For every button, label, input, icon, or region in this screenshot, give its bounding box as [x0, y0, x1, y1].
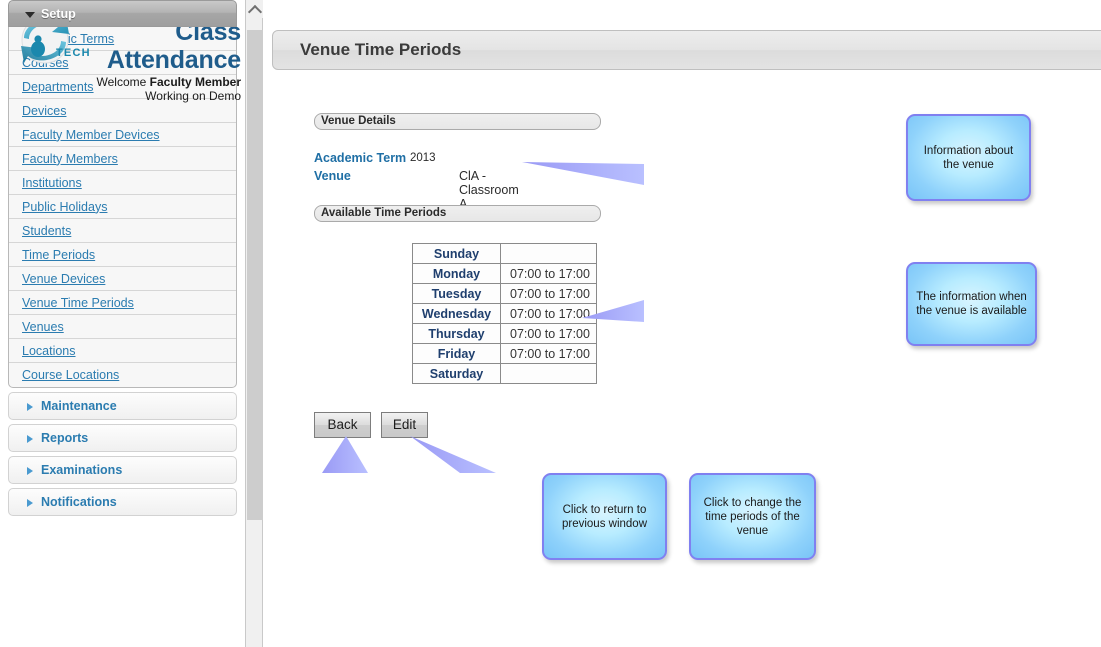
sidebar-item-venue-devices[interactable]: Venue Devices	[9, 267, 236, 291]
detail-row-academic-term: Academic Term 2013	[314, 151, 436, 165]
sidebar-item-students[interactable]: Students	[9, 219, 236, 243]
scrollbar-up-button[interactable]	[246, 0, 263, 20]
main-content: Venue Time Periods Venue Details Academi…	[264, 0, 1101, 647]
scrollbar-thumb[interactable]	[247, 30, 263, 520]
section-header-label: Venue Details	[321, 115, 396, 127]
table-cell-time: 07:00 to 17:00	[500, 303, 597, 324]
sidebar-link-label[interactable]: Venues	[22, 320, 64, 334]
sidebar-link-label[interactable]: Faculty Members	[22, 152, 118, 166]
app-title-line2: Attendance	[106, 46, 241, 74]
detail-row-venue: Venue ClA - Classroom A	[314, 169, 519, 211]
sidebar: TECH Class Attendance Welcome Faculty Me…	[0, 0, 245, 647]
table-cell-time: 07:00 to 17:00	[500, 263, 597, 284]
table-cell-time: 07:00 to 17:00	[500, 343, 597, 364]
chevron-right-icon	[27, 403, 33, 411]
callout-available-info: The information when the venue is availa…	[906, 262, 1037, 346]
table-cell-day: Thursday	[412, 323, 501, 344]
chevron-right-icon	[27, 467, 33, 475]
table-cell-day: Wednesday	[412, 303, 501, 324]
app-root: TECH Class Attendance Welcome Faculty Me…	[0, 0, 1101, 647]
sidebar-item-locations[interactable]: Locations	[9, 339, 236, 363]
callout-back-info: Click to return to previous window	[542, 473, 667, 560]
sidebar-link-label[interactable]: Course Locations	[22, 368, 119, 382]
sidebar-item-venue-time-periods[interactable]: Venue Time Periods	[9, 291, 236, 315]
callout-venue-info: Information about the venue	[906, 114, 1031, 201]
detail-label: Academic Term	[314, 151, 407, 165]
sidebar-link-label[interactable]: Public Holidays	[22, 200, 107, 214]
table-cell-day: Friday	[412, 343, 501, 364]
sidebar-item-course-locations[interactable]: Course Locations	[9, 363, 236, 387]
table-cell-day: Monday	[412, 263, 501, 284]
sidebar-item-time-periods[interactable]: Time Periods	[9, 243, 236, 267]
callout-text: Information about the venue	[923, 144, 1014, 171]
table-cell-time: 07:00 to 17:00	[500, 283, 597, 304]
callout-tail-back	[322, 436, 368, 473]
svg-text:TECH: TECH	[56, 47, 90, 59]
callout-edit-info: Click to change the time periods of the …	[689, 473, 816, 560]
back-button[interactable]: Back	[314, 412, 371, 438]
table-cell-day: Saturday	[412, 363, 501, 384]
sidebar-link-label[interactable]: Locations	[22, 344, 76, 358]
table-row: Friday 07:00 to 17:00	[412, 343, 597, 364]
sidebar-section-label: Notifications	[41, 495, 117, 509]
sidebar-link-label[interactable]: Venue Devices	[22, 272, 105, 286]
section-header-label: Available Time Periods	[321, 207, 447, 219]
sidebar-item-faculty-member-devices[interactable]: Faculty Member Devices	[9, 123, 236, 147]
sidebar-section-examinations[interactable]: Examinations	[8, 456, 237, 484]
table-row: Wednesday 07:00 to 17:00	[412, 303, 597, 324]
welcome-text: Welcome Faculty Member Working on Demo	[30, 75, 242, 103]
sidebar-link-label[interactable]: Students	[22, 224, 71, 238]
sidebar-section-setup-label: Setup	[41, 7, 76, 21]
table-cell-time	[500, 243, 597, 264]
detail-value: 2013	[410, 152, 436, 164]
sidebar-section-setup-header[interactable]: Setup	[8, 0, 237, 27]
sidebar-section-notifications[interactable]: Notifications	[8, 488, 237, 516]
chevron-up-icon	[247, 4, 263, 20]
table-row: Tuesday 07:00 to 17:00	[412, 283, 597, 304]
callout-tail-venue	[522, 162, 644, 185]
table-row: Thursday 07:00 to 17:00	[412, 323, 597, 344]
sidebar-link-label[interactable]: Venue Time Periods	[22, 296, 134, 310]
sidebar-section-label: Examinations	[41, 463, 123, 477]
table-row: Sunday	[412, 243, 597, 264]
sidebar-item-institutions[interactable]: Institutions	[9, 171, 236, 195]
table-row: Monday 07:00 to 17:00	[412, 263, 597, 284]
callout-text: Click to change the time periods of the …	[703, 496, 802, 537]
welcome-prefix: Welcome	[96, 75, 150, 89]
edit-button[interactable]: Edit	[381, 412, 428, 438]
sidebar-link-label[interactable]: Institutions	[22, 176, 82, 190]
chevron-down-icon	[25, 12, 35, 18]
sidebar-item-faculty-members[interactable]: Faculty Members	[9, 147, 236, 171]
table-row: Saturday	[412, 363, 597, 384]
callout-tail-edit	[410, 436, 496, 473]
table-cell-day: Sunday	[412, 243, 501, 264]
table-cell-time: 07:00 to 17:00	[500, 323, 597, 344]
working-on-text: Working on Demo	[145, 89, 241, 103]
page-scrollbar[interactable]	[245, 0, 263, 647]
chevron-right-icon	[27, 435, 33, 443]
sidebar-section-label: Reports	[41, 431, 89, 445]
callout-text: Click to return to previous window	[561, 503, 647, 530]
sidebar-link-label[interactable]: Time Periods	[22, 248, 95, 262]
chevron-right-icon	[27, 499, 33, 507]
section-header-venue-details: Venue Details	[314, 113, 601, 130]
sidebar-section-label: Maintenance	[41, 399, 117, 413]
section-header-available-time-periods: Available Time Periods	[314, 205, 601, 222]
sidebar-section-reports[interactable]: Reports	[8, 424, 237, 452]
sidebar-link-label[interactable]: Faculty Member Devices	[22, 128, 160, 142]
table-cell-time	[500, 363, 597, 384]
welcome-username: Faculty Member	[149, 75, 241, 89]
sidebar-section-maintenance[interactable]: Maintenance	[8, 392, 237, 420]
table-cell-day: Tuesday	[412, 283, 501, 304]
sidebar-item-venues[interactable]: Venues	[9, 315, 236, 339]
available-time-periods-table: Sunday Monday 07:00 to 17:00 Tuesday 07:…	[412, 243, 597, 384]
detail-label: Venue	[314, 169, 351, 183]
sidebar-item-public-holidays[interactable]: Public Holidays	[9, 195, 236, 219]
callout-text: The information when the venue is availa…	[916, 291, 1027, 317]
page-title: Venue Time Periods	[300, 40, 462, 59]
